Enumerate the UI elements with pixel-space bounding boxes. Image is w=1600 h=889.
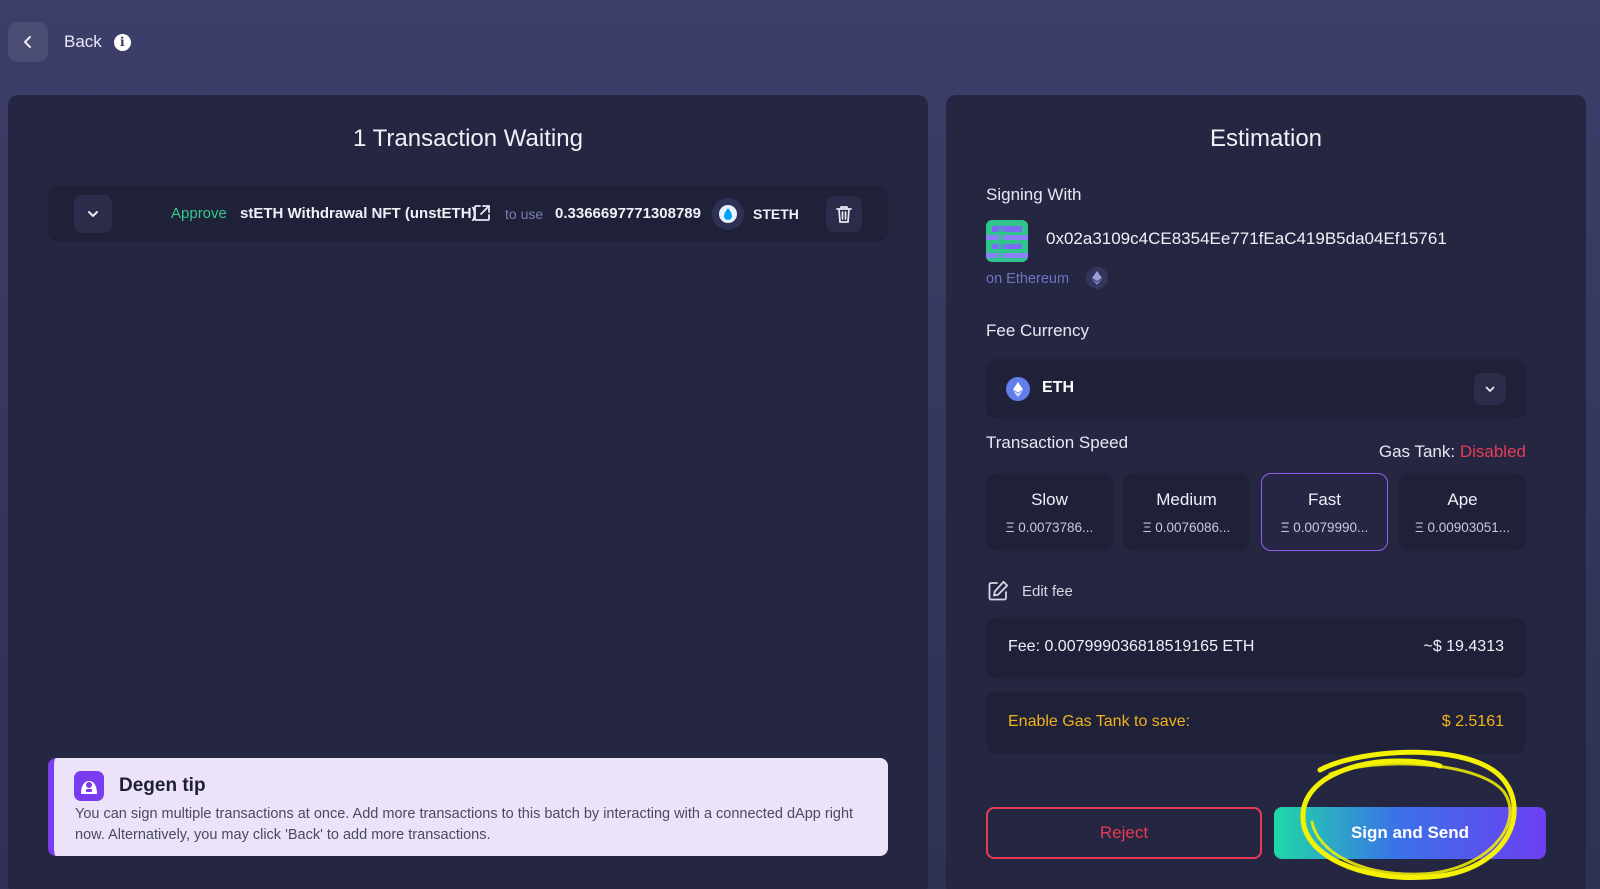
trash-icon (836, 206, 852, 223)
gas-tank-label: Gas Tank: (1378, 442, 1456, 461)
account-avatar (986, 220, 1028, 262)
degen-tip-banner: Degen tip You can sign multiple transact… (48, 758, 888, 856)
speed-option-slow[interactable]: Slow Ξ 0.0073786... (986, 473, 1113, 551)
speed-fee: Ξ 0.0073786... (1005, 520, 1094, 535)
transactions-panel: 1 Transaction Waiting Approve stETH With… (8, 95, 928, 889)
back-label[interactable]: Back (64, 32, 102, 52)
ethereum-network-icon (1086, 267, 1108, 289)
network-label: on Ethereum (986, 271, 1070, 287)
steth-token-icon (712, 198, 744, 230)
gorilla-icon (74, 771, 104, 801)
fee-amount: Fee: 0.007999036818519165 ETH (1008, 638, 1255, 655)
speed-fee: Ξ 0.00903051... (1414, 520, 1511, 535)
transaction-speed-label: Transaction Speed (986, 433, 1129, 452)
top-bar: Back i (8, 22, 131, 62)
transactions-title: 1 Transaction Waiting (353, 125, 583, 152)
chevron-left-icon (24, 36, 31, 48)
sign-and-send-button[interactable]: Sign and Send (1274, 807, 1546, 859)
speed-name: Fast (1307, 490, 1342, 509)
fee-summary: Fee: 0.007999036818519165 ETH ~$ 19.4313 (986, 617, 1526, 679)
chevron-down-icon (1485, 386, 1495, 392)
edit-fee-button[interactable]: Edit fee (986, 579, 1073, 603)
back-button[interactable] (8, 22, 48, 62)
transaction-row: Approve stETH Withdrawal NFT (unstETH) t… (48, 186, 888, 242)
delete-transaction-button[interactable] (826, 196, 862, 232)
gas-tank-disabled: Disabled (1459, 442, 1526, 461)
speed-option-ape[interactable]: Ape Ξ 0.00903051... (1399, 473, 1526, 551)
speed-name: Medium (1156, 490, 1217, 509)
fee-currency-value: ETH (1042, 379, 1074, 396)
gas-tank-savings-value: $ 2.5161 (1441, 713, 1504, 730)
speed-options: Slow Ξ 0.0073786... Medium Ξ 0.0076086..… (986, 473, 1526, 551)
gas-tank-status: Gas Tank: Disabled (1379, 442, 1526, 462)
expand-transaction-button[interactable] (74, 195, 112, 233)
speed-fee: Ξ 0.0076086... (1142, 520, 1231, 535)
transaction-amount: 0.3366697771308789 (555, 205, 701, 222)
estimation-panel: Estimation Signing With 0x02a3109c4CE835… (946, 95, 1586, 889)
speed-option-fast[interactable]: Fast Ξ 0.0079990... (1261, 473, 1388, 551)
speed-option-medium[interactable]: Medium Ξ 0.0076086... (1123, 473, 1250, 551)
gas-tank-savings-label: Enable Gas Tank to save: (1008, 713, 1191, 730)
tip-title: Degen tip (119, 775, 206, 796)
edit-icon (988, 580, 1009, 601)
external-link-icon[interactable] (472, 203, 492, 223)
info-icon[interactable]: i (113, 33, 131, 51)
transaction-action: Approve (171, 205, 227, 222)
chevron-down-icon (88, 211, 98, 217)
speed-fee: Ξ 0.0079990... (1280, 520, 1369, 535)
fee-currency-label: Fee Currency (986, 321, 1089, 340)
fee-usd-value: ~$ 19.4313 (1423, 638, 1504, 655)
speed-name: Slow (1031, 490, 1068, 509)
transaction-target-name: stETH Withdrawal NFT (unstETH) (240, 205, 477, 222)
speed-name: Ape (1447, 490, 1478, 509)
fee-currency-select[interactable]: ETH (986, 359, 1526, 419)
to-use-label: to use (505, 206, 544, 222)
reject-button[interactable]: Reject (986, 807, 1262, 859)
eth-icon (1006, 377, 1030, 401)
estimation-title: Estimation (1209, 125, 1323, 152)
signing-with-label: Signing With (986, 185, 1082, 204)
fee-currency-dropdown-button[interactable] (1474, 373, 1506, 405)
tip-text: You can sign multiple transactions at on… (75, 806, 854, 843)
signer-address: 0x02a3109c4CE8354Ee771fEaC419B5da04Ef157… (1046, 229, 1447, 248)
gas-tank-savings: Enable Gas Tank to save: $ 2.5161 (986, 692, 1526, 754)
token-symbol: STETH (753, 206, 799, 222)
edit-fee-label: Edit fee (1022, 582, 1073, 600)
